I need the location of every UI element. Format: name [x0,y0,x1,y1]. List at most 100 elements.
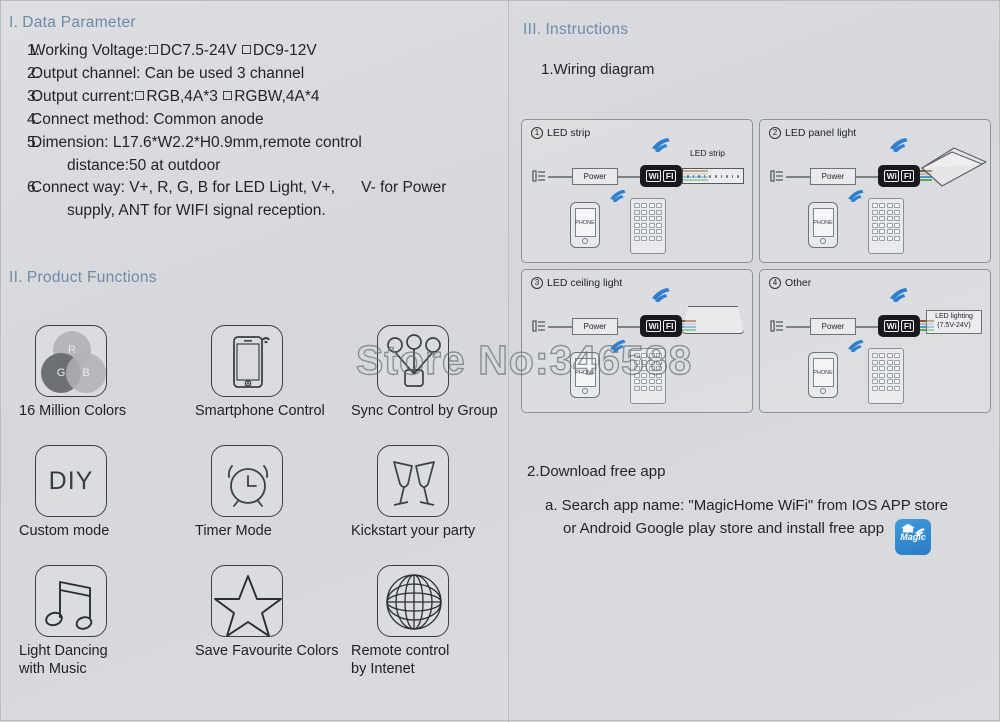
param-row-2: 2. Output channel: Can be used 3 channel [9,63,446,85]
function-item-music[interactable]: Light Dancing with Music [13,565,185,685]
function-label: Remote control by Intenet [351,643,450,677]
wifi-controller-box[interactable]: Wi FI [878,315,920,337]
led-panel-light-graphic [921,147,987,187]
remote-keys [872,203,900,241]
function-item-group-sync[interactable]: Sync Control by Group [351,325,517,445]
panel-title: 2 LED panel light [769,127,856,139]
param-row-5: 5. Dimension: L17.6*W2.2*H0.9mm,remote c… [9,132,446,154]
param-number: 3. [27,88,40,105]
param-text: Connect way: V+, R, G, B for LED Light, … [31,177,446,199]
panel-title: 1 LED strip [531,127,590,139]
checkbox-icon[interactable] [223,91,233,100]
wifi-signal-icon [888,286,910,302]
param-prefix: Working Voltage: [31,42,148,59]
wifi-controller-box[interactable]: Wi FI [640,315,682,337]
panel-number: 2 [769,127,781,139]
wire-segment [856,326,878,328]
phone-home-button [582,388,588,394]
download-app-heading: 2.Download free app [527,463,666,480]
checkbox-icon[interactable] [241,45,251,54]
param-continuation: supply, ANT for WIFI signal reception. [67,202,326,219]
function-item-smartphone[interactable]: Smartphone Control [185,325,357,445]
instructions-numeral: III. [523,21,542,38]
function-label: Light Dancing with Music [19,643,108,677]
power-plug-icon [770,170,783,182]
instructions-heading: III. Instructions [523,21,654,39]
wire-segment [786,326,810,328]
panel-number: 1 [531,127,543,139]
remote-control-icon [868,348,904,404]
remote-keys [634,203,662,241]
param-number: 2. [27,65,40,82]
download-app-section: 2.Download free app a. Search app name: … [523,463,993,555]
download-app-line-a: a. Search app name: "MagicHome WiFi" fro… [545,497,949,514]
wire-segment [856,176,878,178]
param-text-main: Connect way: V+, R, G, B for LED Light, … [31,179,336,196]
param-text: Working Voltage: DC7.5-24V DC9-12V [31,40,446,62]
data-parameter-section: I. Data Parameter 1. Working Voltage: DC7.… [9,14,446,222]
alarm-clock-icon [211,445,283,517]
phone-screen-label: PHONE [812,358,834,387]
music-notes-icon [35,565,107,637]
data-parameter-heading: I. Data Parameter [9,14,446,32]
power-supply-box: Power [572,318,618,335]
param-text: Output channel: Can be used 3 channel [31,65,305,82]
wiring-panel-led-strip: 1 LED strip Power Wi FI LED strip PHONE [521,119,753,263]
phone-icon: PHONE [808,352,838,398]
wifi-controller-label-a: Wi [646,170,662,182]
function-label: Kickstart your party [351,523,476,539]
param-row-3: 3. Output current: RGB,4A*3 RGBW,4A*4 [9,86,446,108]
phone-screen-label: PHONE [574,358,596,387]
function-item-favourite[interactable]: Save Favourite Colors [185,565,357,685]
led-ceiling-light-graphic [682,306,744,334]
data-parameter-title: Data Parameter [22,14,136,31]
led-lighting-label: LED lighting (7.5V-24V) [926,310,982,334]
product-functions-numeral: II. [9,269,23,286]
cheers-glasses-icon [377,445,449,517]
power-supply-box: Power [810,318,856,335]
remote-control-icon [630,198,666,254]
function-item-colors[interactable]: R G B 16 Million Colors [13,325,185,445]
power-plug-icon [532,320,545,332]
panel-title: 3 LED ceiling light [531,277,622,289]
rgb-circle-blue: B [66,353,106,393]
wire-segment [786,176,810,178]
wifi-signal-icon [608,338,628,352]
param-option-1: RGB,4A*3 [146,88,218,105]
magichome-app-icon[interactable]: Magic [895,518,931,555]
function-label: Smartphone Control [195,403,325,419]
panel-title-text: LED panel light [785,127,857,139]
wiring-diagram-panels: 1 LED strip Power Wi FI LED strip PHONE … [521,119,991,413]
checkbox-icon[interactable] [135,91,145,100]
wifi-controller-box[interactable]: Wi FI [640,165,682,187]
wire-segment [618,176,640,178]
panel-number: 4 [769,277,781,289]
wifi-controller-label-a: Wi [646,320,662,332]
phone-home-button [820,388,826,394]
phone-icon: PHONE [808,202,838,248]
function-item-party[interactable]: Kickstart your party [351,445,517,565]
product-functions-heading: II. Product Functions [9,269,157,287]
data-parameter-numeral: I. [9,14,19,31]
wifi-signal-icon [846,338,866,352]
param-text: Connect method: Common anode [31,111,264,128]
wifi-controller-label-b: FI [663,320,676,332]
function-item-timer[interactable]: Timer Mode [185,445,357,565]
phone-icon: PHONE [570,202,600,248]
checkbox-icon[interactable] [148,45,158,54]
function-item-diy[interactable]: DIY Custom mode [13,445,185,565]
param-option-2: DC9-12V [252,42,317,59]
wifi-controller-label-b: FI [901,320,914,332]
diy-label: DIY [48,466,94,495]
param-text: Output current: RGB,4A*3 RGBW,4A*4 [31,86,446,108]
wire-segment [548,176,572,178]
right-column: III. Instructions 1.Wiring diagram 1 LED … [509,1,1000,722]
remote-keys [634,353,662,391]
wiring-panel-led-ceiling-light: 3 LED ceiling light Power Wi FI PHONE [521,269,753,413]
function-item-internet[interactable]: Remote control by Intenet [351,565,517,685]
function-label: Sync Control by Group [351,403,498,419]
panel-title-text: Other [785,277,812,289]
wifi-signal-icon [650,136,672,152]
spec-sheet-page: I. Data Parameter 1. Working Voltage: DC7.… [0,0,1000,722]
globe-icon [377,565,449,637]
